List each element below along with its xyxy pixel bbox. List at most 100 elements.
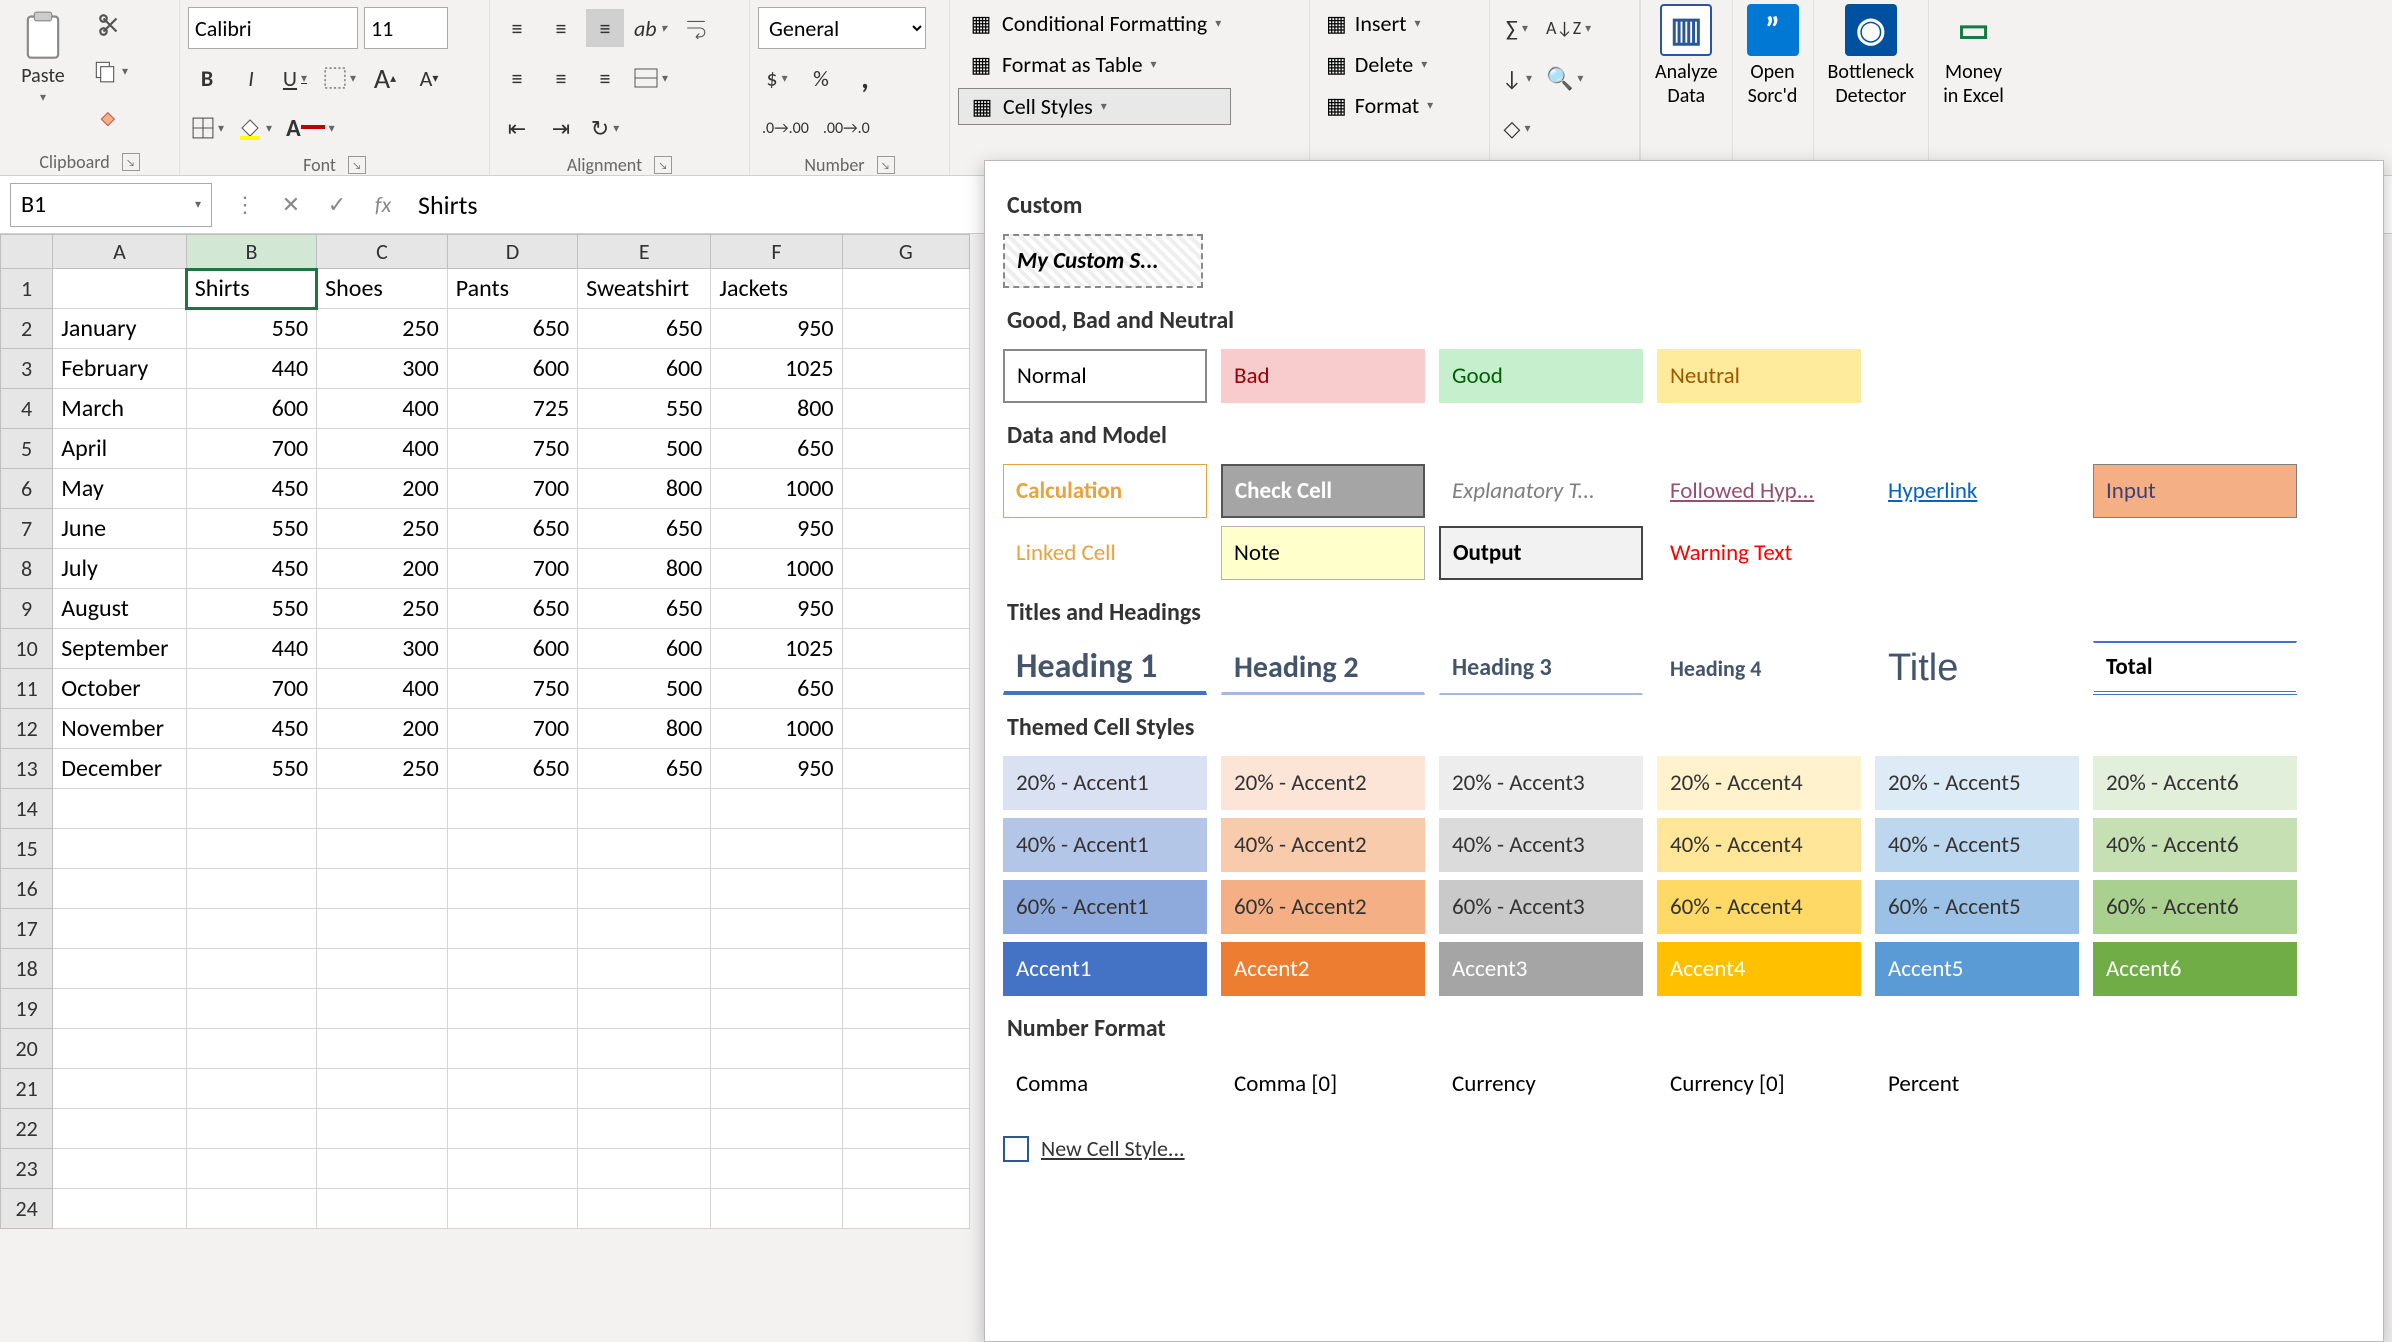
row-header-8[interactable]: 8 (1, 549, 53, 589)
row-header-15[interactable]: 15 (1, 829, 53, 869)
cell-F9[interactable]: 950 (711, 589, 842, 629)
cell-A2[interactable]: January (53, 309, 186, 349)
cell-C15[interactable] (317, 829, 448, 869)
cell-E11[interactable]: 500 (578, 669, 711, 709)
style-currency[interactable]: Currency (1439, 1057, 1643, 1111)
decrease-decimal-button[interactable]: .00→.0 (819, 109, 874, 147)
cell-B18[interactable] (186, 949, 316, 989)
row-header-2[interactable]: 2 (1, 309, 53, 349)
accounting-format-button[interactable]: $ (758, 59, 796, 97)
percent-format-button[interactable]: % (802, 59, 840, 97)
cell-F4[interactable]: 800 (711, 389, 842, 429)
cell-E10[interactable]: 600 (578, 629, 711, 669)
copy-button[interactable] (88, 52, 132, 90)
cell-E21[interactable] (578, 1069, 711, 1109)
cell-E16[interactable] (578, 869, 711, 909)
style-warning-text[interactable]: Warning Text (1657, 526, 1861, 580)
cell-G14[interactable] (842, 789, 969, 829)
cell-D17[interactable] (447, 909, 577, 949)
cell-B23[interactable] (186, 1149, 316, 1189)
find-button[interactable]: 🔍 (1542, 59, 1587, 97)
cell-A4[interactable]: March (53, 389, 186, 429)
clipboard-dialog-launcher[interactable]: ↘ (122, 153, 140, 171)
cell-G18[interactable] (842, 949, 969, 989)
style-linked-cell[interactable]: Linked Cell (1003, 526, 1207, 580)
cell-G12[interactable] (842, 709, 969, 749)
cell-G21[interactable] (842, 1069, 969, 1109)
row-header-12[interactable]: 12 (1, 709, 53, 749)
increase-font-button[interactable]: A▴ (366, 59, 404, 97)
row-header-9[interactable]: 9 (1, 589, 53, 629)
cell-G7[interactable] (842, 509, 969, 549)
bold-button[interactable]: B (188, 59, 226, 97)
cell-C10[interactable]: 300 (317, 629, 448, 669)
alignment-dialog-launcher[interactable]: ↘ (654, 156, 672, 174)
style-comma-0[interactable]: Comma [0] (1221, 1057, 1425, 1111)
cell-A8[interactable]: July (53, 549, 186, 589)
fill-button[interactable]: ↓ (1498, 59, 1536, 97)
cell-E1[interactable]: Sweatshirt (578, 269, 711, 309)
cell-G17[interactable] (842, 909, 969, 949)
underline-button[interactable]: U (276, 59, 314, 97)
money-in-excel-button[interactable]: ▭ Money in Excel (1928, 0, 2018, 175)
row-header-18[interactable]: 18 (1, 949, 53, 989)
cell-D18[interactable] (447, 949, 577, 989)
cell-F19[interactable] (711, 989, 842, 1029)
cell-B4[interactable]: 600 (186, 389, 316, 429)
name-box[interactable]: B1▾ (10, 183, 212, 227)
rotate-button[interactable]: ↻ (586, 109, 624, 147)
cell-D13[interactable]: 650 (447, 749, 577, 789)
insert-button[interactable]: ▦Insert ▾ (1318, 6, 1441, 41)
row-header-16[interactable]: 16 (1, 869, 53, 909)
cell-E24[interactable] (578, 1189, 711, 1229)
cell-E13[interactable]: 650 (578, 749, 711, 789)
style-60pct-accent4[interactable]: 60% - Accent4 (1657, 880, 1861, 934)
align-left-button[interactable]: ≡ (498, 59, 536, 97)
orientation-button[interactable]: ab (630, 9, 671, 47)
cell-G10[interactable] (842, 629, 969, 669)
style-followed-hyperlink[interactable]: Followed Hyp... (1657, 464, 1861, 518)
cell-B15[interactable] (186, 829, 316, 869)
cell-D23[interactable] (447, 1149, 577, 1189)
cell-D21[interactable] (447, 1069, 577, 1109)
row-header-22[interactable]: 22 (1, 1109, 53, 1149)
row-header-3[interactable]: 3 (1, 349, 53, 389)
cell-E22[interactable] (578, 1109, 711, 1149)
cell-C22[interactable] (317, 1109, 448, 1149)
cell-C1[interactable]: Shoes (317, 269, 448, 309)
cell-A17[interactable] (53, 909, 186, 949)
wrap-text-button[interactable] (677, 9, 715, 47)
cell-styles-button[interactable]: ▦Cell Styles ▾ (958, 88, 1231, 125)
cell-E8[interactable]: 800 (578, 549, 711, 589)
cell-D5[interactable]: 750 (447, 429, 577, 469)
cell-D4[interactable]: 725 (447, 389, 577, 429)
cell-D1[interactable]: Pants (447, 269, 577, 309)
style-check-cell[interactable]: Check Cell (1221, 464, 1425, 518)
style-output[interactable]: Output (1439, 526, 1643, 580)
cell-B2[interactable]: 550 (186, 309, 316, 349)
cell-G24[interactable] (842, 1189, 969, 1229)
align-right-button[interactable]: ≡ (586, 59, 624, 97)
cell-G22[interactable] (842, 1109, 969, 1149)
cell-G16[interactable] (842, 869, 969, 909)
cell-E14[interactable] (578, 789, 711, 829)
cut-button[interactable] (88, 6, 132, 44)
row-header-23[interactable]: 23 (1, 1149, 53, 1189)
cell-E19[interactable] (578, 989, 711, 1029)
cell-D19[interactable] (447, 989, 577, 1029)
cell-G9[interactable] (842, 589, 969, 629)
style-60pct-accent5[interactable]: 60% - Accent5 (1875, 880, 2079, 934)
clear-button[interactable]: ◇ (1498, 109, 1536, 147)
row-header-24[interactable]: 24 (1, 1189, 53, 1229)
cell-D20[interactable] (447, 1029, 577, 1069)
style-60pct-accent2[interactable]: 60% - Accent2 (1221, 880, 1425, 934)
cell-A11[interactable]: October (53, 669, 186, 709)
row-header-14[interactable]: 14 (1, 789, 53, 829)
cell-D24[interactable] (447, 1189, 577, 1229)
cell-C16[interactable] (317, 869, 448, 909)
cell-E5[interactable]: 500 (578, 429, 711, 469)
autosum-button[interactable]: ∑ (1498, 9, 1536, 47)
cell-G3[interactable] (842, 349, 969, 389)
cell-E17[interactable] (578, 909, 711, 949)
cell-A7[interactable]: June (53, 509, 186, 549)
